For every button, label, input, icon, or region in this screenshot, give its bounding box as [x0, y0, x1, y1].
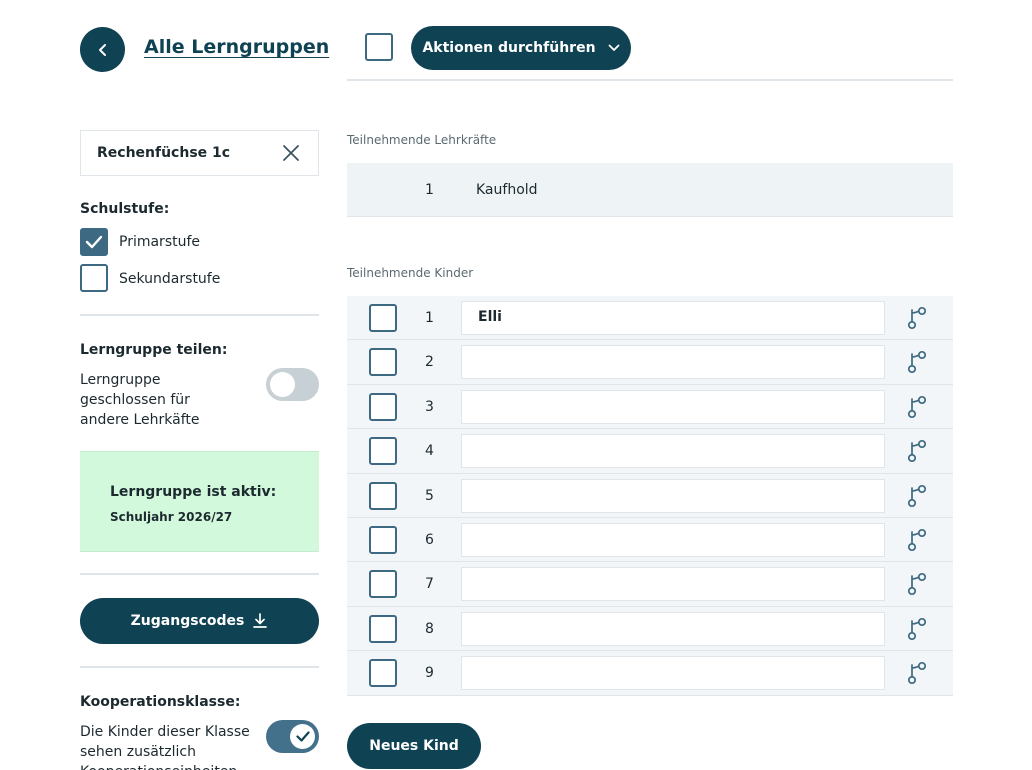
teacher-number: 1 [425, 182, 434, 198]
sekundarstufe-checkbox[interactable] [80, 264, 108, 292]
actions-button[interactable]: Aktionen durchführen [411, 26, 631, 70]
kid-checkbox[interactable] [369, 659, 397, 688]
kid-name-input[interactable]: Elli [461, 301, 885, 335]
sharing-description: Lerngruppe geschlossen für andere Lehrkä… [80, 372, 200, 428]
close-icon[interactable] [282, 144, 300, 162]
kid-number: 8 [425, 620, 434, 637]
kid-checkbox[interactable] [369, 437, 397, 466]
access-codes-label: Zugangscodes [130, 613, 245, 629]
kid-name-input[interactable] [461, 567, 885, 602]
kid-number: 2 [425, 354, 434, 371]
new-kid-label: Neues Kind [369, 738, 459, 754]
divider [80, 314, 319, 316]
schulstufe-label: Schulstufe: [80, 201, 170, 217]
branch-icon[interactable] [905, 660, 931, 686]
branch-icon[interactable] [905, 527, 931, 553]
kid-row: 9 [347, 651, 953, 696]
sekundarstufe-label: Sekundarstufe [119, 271, 221, 287]
cooperation-label: Kooperationsklasse: [80, 694, 241, 710]
primarstufe-checkbox[interactable] [80, 228, 108, 256]
kid-name-input[interactable] [461, 345, 885, 380]
kid-row: 2 [347, 340, 953, 385]
actions-label: Aktionen durchführen [422, 40, 596, 56]
toggle-knob [290, 724, 315, 749]
kid-row: 8 [347, 606, 953, 652]
kid-checkbox[interactable] [369, 481, 397, 510]
kid-checkbox[interactable] [369, 614, 397, 643]
sharing-label: Lerngruppe teilen: [80, 342, 228, 358]
branch-icon[interactable] [905, 349, 931, 375]
kid-name-input[interactable] [461, 389, 885, 424]
check-icon [85, 235, 103, 249]
kid-row: 6 [347, 517, 953, 563]
access-codes-button[interactable]: Zugangscodes [80, 598, 319, 644]
kid-name-input[interactable] [461, 611, 885, 646]
kid-number: 4 [425, 443, 434, 460]
kid-checkbox[interactable] [369, 348, 397, 377]
cooperation-toggle[interactable] [266, 720, 319, 753]
header-divider [347, 79, 953, 81]
back-button[interactable] [80, 27, 125, 72]
kid-row: 4 [347, 429, 953, 474]
download-icon [253, 613, 268, 628]
kid-row: 3 [347, 384, 953, 430]
back-link[interactable]: Alle Lerngruppen [144, 36, 329, 58]
toggle-knob [270, 372, 295, 397]
select-all-checkbox[interactable] [365, 33, 393, 61]
kid-row: 5 [347, 473, 953, 518]
group-name-value: Rechenfüchse 1c [97, 145, 231, 161]
sharing-toggle[interactable] [266, 368, 319, 401]
kid-row: 1 Elli [347, 296, 953, 341]
teachers-section-label: Teilnehmende Lehrkräfte [347, 133, 497, 147]
primarstufe-label: Primarstufe [119, 234, 201, 250]
kids-list: 1 Elli 2 3 4 5 6 7 8 9 [347, 296, 953, 696]
kid-number: 1 [425, 310, 434, 326]
kid-row: 7 [347, 562, 953, 607]
chevron-left-icon [98, 43, 106, 56]
kid-checkbox[interactable] [369, 392, 397, 421]
kids-section-label: Teilnehmende Kinder [347, 266, 474, 280]
kid-number: 5 [425, 487, 434, 504]
branch-icon[interactable] [905, 438, 931, 464]
kid-name-input[interactable] [461, 434, 885, 469]
branch-icon[interactable] [905, 394, 931, 420]
kid-number: 9 [425, 665, 434, 682]
branch-icon[interactable] [905, 483, 931, 509]
chevron-down-icon [608, 44, 619, 51]
cooperation-description: Die Kinder dieser Klasse sehen zusätzlic… [80, 724, 250, 770]
check-icon [295, 731, 310, 742]
teacher-row: 1 Kaufhold [347, 163, 953, 217]
divider [80, 666, 319, 668]
kid-name-input[interactable] [461, 522, 885, 557]
kid-number: 7 [425, 576, 434, 593]
status-title: Lerngruppe ist aktiv: [110, 484, 277, 500]
status-box: Lerngruppe ist aktiv: Schuljahr 2026/27 [80, 451, 319, 552]
branch-icon[interactable] [905, 571, 931, 597]
group-name-field[interactable]: Rechenfüchse 1c [80, 130, 319, 176]
kid-checkbox[interactable] [369, 304, 397, 332]
kid-name-input[interactable] [461, 656, 885, 691]
kid-checkbox[interactable] [369, 570, 397, 599]
new-kid-button[interactable]: Neues Kind [347, 723, 481, 769]
branch-icon[interactable] [905, 305, 931, 331]
branch-icon[interactable] [905, 616, 931, 642]
status-year: Schuljahr 2026/27 [110, 510, 233, 524]
kid-name-input[interactable] [461, 478, 885, 513]
kid-checkbox[interactable] [369, 525, 397, 554]
kid-number: 6 [425, 531, 434, 548]
divider [80, 573, 319, 575]
teacher-name: Kaufhold [476, 182, 538, 198]
kid-number: 3 [425, 398, 434, 415]
